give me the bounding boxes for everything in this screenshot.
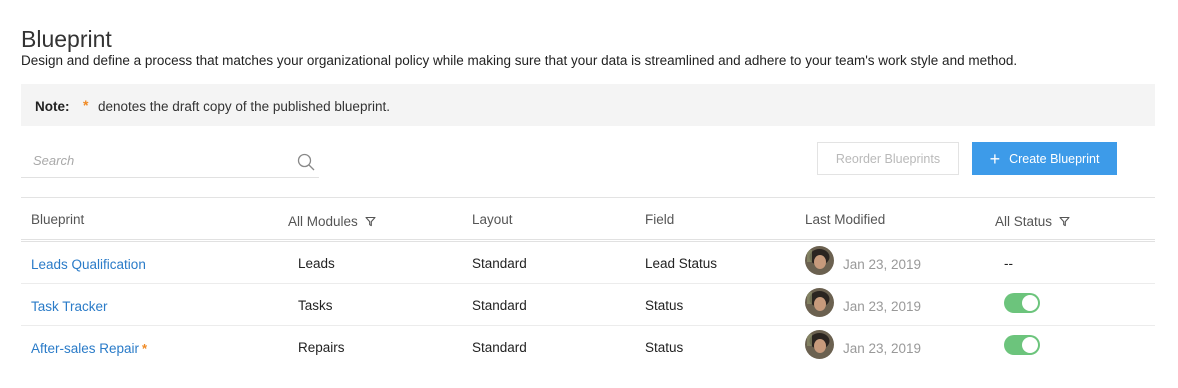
column-header-label: Last Modified (805, 212, 886, 227)
reorder-blueprints-button[interactable]: Reorder Blueprints (817, 142, 959, 175)
column-header-field: Field (645, 212, 674, 227)
column-header-layout: Layout (472, 212, 513, 227)
note-bar: Note: * denotes the draft copy of the pu… (21, 84, 1155, 126)
toggle-knob (1022, 337, 1038, 353)
row-divider (21, 283, 1155, 284)
page-title: Blueprint (21, 26, 112, 53)
status-toggle[interactable] (1004, 335, 1040, 355)
draft-star-marker: * (142, 341, 148, 356)
toggle-knob (1022, 295, 1038, 311)
layout-cell: Standard (472, 298, 527, 313)
note-text: denotes the draft copy of the published … (98, 99, 390, 114)
column-header-label: Blueprint (31, 212, 85, 227)
note-label: Note: (35, 99, 70, 114)
blueprint-name-link[interactable]: Leads Qualification (31, 257, 149, 272)
create-blueprint-label: Create Blueprint (1009, 151, 1100, 166)
column-header-label: All Modules (288, 214, 358, 229)
module-cell: Tasks (298, 298, 333, 313)
blueprint-name-link[interactable]: Task Tracker (31, 299, 111, 314)
module-cell: Leads (298, 256, 335, 271)
last-modified-date: Jan 23, 2019 (843, 299, 922, 314)
filter-icon[interactable] (365, 216, 376, 227)
search-icon[interactable] (297, 153, 315, 171)
blueprint-name-link[interactable]: After-sales Repair * (31, 341, 147, 356)
filter-icon[interactable] (1059, 216, 1070, 227)
plus-icon: + (989, 148, 1001, 169)
column-header-status[interactable]: All Status (995, 214, 1070, 229)
table-top-border (21, 197, 1155, 198)
column-header-modules[interactable]: All Modules (288, 214, 376, 229)
column-header-last-modified: Last Modified (805, 212, 885, 227)
draft-star-marker: * (83, 97, 89, 113)
search-box (21, 145, 319, 178)
layout-cell: Standard (472, 340, 527, 355)
avatar (805, 246, 834, 275)
status-toggle[interactable] (1004, 293, 1040, 313)
field-cell: Lead Status (645, 256, 718, 271)
avatar (805, 330, 834, 359)
last-modified-date: Jan 23, 2019 (843, 257, 922, 272)
column-header-blueprint: Blueprint (31, 212, 84, 227)
module-cell: Repairs (298, 340, 345, 355)
last-modified-date: Jan 23, 2019 (843, 341, 922, 356)
status-placeholder: -- (1004, 256, 1013, 271)
layout-cell: Standard (472, 256, 527, 271)
search-input[interactable] (21, 145, 293, 175)
avatar (805, 288, 834, 317)
field-cell: Status (645, 298, 684, 313)
column-header-label: Layout (472, 212, 513, 227)
header-divider (21, 239, 1155, 242)
column-header-label: All Status (995, 214, 1053, 229)
column-header-label: Field (645, 212, 675, 227)
page-description: Design and define a process that matches… (21, 53, 1018, 68)
create-blueprint-button[interactable]: + Create Blueprint (972, 142, 1117, 175)
field-cell: Status (645, 340, 684, 355)
row-divider (21, 325, 1155, 326)
